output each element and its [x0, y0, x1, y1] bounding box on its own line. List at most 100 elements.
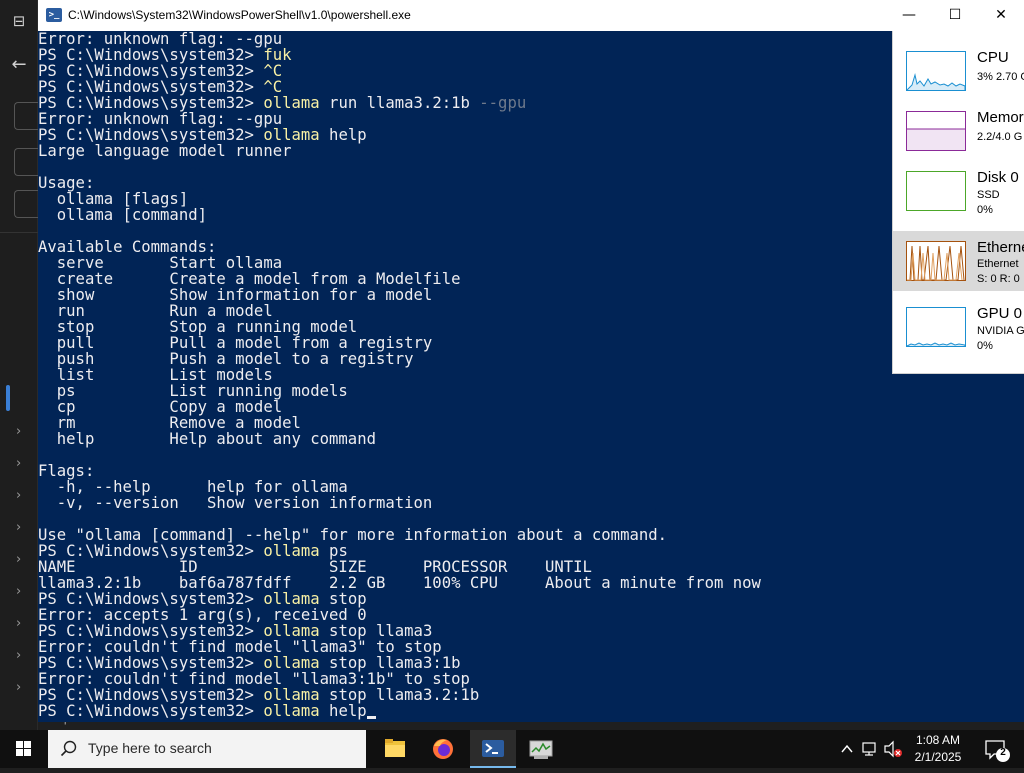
chevron-right-icon[interactable]: › — [16, 424, 21, 439]
task-manager-performance-panel[interactable]: CPU 3% 2.70 G Memor 2.2/4.0 G Disk 0 SSD… — [892, 31, 1024, 374]
show-hidden-icons-button[interactable] — [838, 730, 856, 768]
network-icon — [862, 742, 876, 756]
output-text: help — [319, 702, 367, 720]
terminal-line: stop Stop a running model — [38, 319, 1024, 335]
maximize-button[interactable]: ☐ — [932, 0, 978, 31]
clock-date: 2/1/2025 — [914, 750, 962, 764]
command-name: ollama — [263, 702, 320, 720]
terminal-line: PS C:\Windows\system32> ^C — [38, 63, 1024, 79]
disk-sparkline — [906, 171, 966, 211]
taskbar: Type here to search 1:08 AM 2/1/2025 2 — [0, 730, 1024, 768]
close-button[interactable]: ✕ — [978, 0, 1024, 31]
taskbar-search-box[interactable]: Type here to search — [48, 730, 366, 768]
terminal-line: PS C:\Windows\system32> ollama run llama… — [38, 95, 1024, 111]
selection-indicator — [6, 385, 10, 411]
windows-logo-icon — [16, 741, 31, 756]
terminal-line: run Run a model — [38, 303, 1024, 319]
window-title: C:\Windows\System32\WindowsPowerShell\v1… — [68, 8, 411, 22]
powershell-icon — [482, 740, 504, 757]
terminal-line: Use "ollama [command] --help" for more i… — [38, 527, 1024, 543]
terminal-line: Usage: — [38, 175, 1024, 191]
perf-item-ethernet[interactable]: Etherne Ethernet S: 0 R: 0 — [893, 231, 1024, 291]
window-titlebar[interactable]: >_ C:\Windows\System32\WindowsPowerShell… — [38, 0, 1024, 31]
output-text: help Help about any command — [38, 430, 376, 448]
terminal-line: PS C:\Windows\system32> ollama stop llam… — [38, 687, 1024, 703]
terminal-line: Error: couldn't find model "llama3" to s… — [38, 639, 1024, 655]
minimize-button[interactable]: — — [886, 0, 932, 31]
terminal-line: serve Start ollama — [38, 255, 1024, 271]
perf-value: 0% — [977, 340, 993, 352]
search-box-icon[interactable] — [14, 190, 38, 218]
terminal-line: rm Remove a model — [38, 415, 1024, 431]
terminal-line: Flags: — [38, 463, 1024, 479]
terminal-line: cp Copy a model — [38, 399, 1024, 415]
output-text: help — [319, 126, 367, 144]
chevron-right-icon[interactable]: › — [16, 456, 21, 471]
terminal-line: PS C:\Windows\system32> ollama stop llam… — [38, 623, 1024, 639]
text-cursor — [366, 716, 376, 719]
terminal-line: -h, --help help for ollama — [38, 479, 1024, 495]
terminal-line: create Create a model from a Modelfile — [38, 271, 1024, 287]
chevron-right-icon[interactable]: › — [16, 648, 21, 663]
terminal-line: PS C:\Windows\system32> ^C — [38, 79, 1024, 95]
chevron-right-icon[interactable]: › — [16, 520, 21, 535]
memory-sparkline — [906, 111, 966, 151]
firefox-icon — [433, 739, 453, 759]
background-app-sidebar: ⊟ ← › › › › › › › › › — [0, 0, 38, 730]
output-text: Large language model runner — [38, 142, 292, 160]
chevron-right-icon[interactable]: › — [16, 552, 21, 567]
notification-count: 2 — [1000, 747, 1006, 758]
system-clock[interactable]: 1:08 AM 2/1/2025 — [900, 732, 976, 766]
taskbar-powershell[interactable] — [470, 730, 516, 768]
search-icon — [60, 740, 77, 757]
perf-item-memory[interactable]: Memor 2.2/4.0 G — [893, 101, 1024, 161]
chevron-right-icon[interactable]: › — [16, 488, 21, 503]
chevron-right-icon[interactable]: › — [16, 680, 21, 695]
perf-item-gpu[interactable]: GPU 0 NVIDIA G 0% — [893, 297, 1024, 357]
terminal-line: -v, --version Show version information — [38, 495, 1024, 511]
network-tray-button[interactable] — [860, 730, 880, 768]
perf-detail: 3% 2.70 G — [977, 71, 1024, 83]
notification-center-button[interactable]: 2 — [980, 730, 1012, 768]
taskbar-file-explorer[interactable] — [372, 730, 418, 768]
perf-name: Etherne — [977, 239, 1024, 256]
terminal-line: NAME ID SIZE PROCESSOR UNTIL — [38, 559, 1024, 575]
branch-icon[interactable] — [14, 148, 38, 176]
terminal-line: PS C:\Windows\system32> ollama help — [38, 703, 1024, 719]
terminal-line: PS C:\Windows\system32> ollama stop — [38, 591, 1024, 607]
terminal-output[interactable]: Error: unknown flag: --gpu PS C:\Windows\… — [38, 31, 1024, 722]
perf-name: Memor — [977, 109, 1024, 126]
terminal-line: list List models — [38, 367, 1024, 383]
terminal-line: PS C:\Windows\system32> ollama ps — [38, 543, 1024, 559]
output-text: ollama [command] — [38, 206, 207, 224]
perf-name: CPU — [977, 49, 1009, 66]
start-button[interactable] — [0, 730, 48, 768]
panel-toggle-icon[interactable] — [14, 102, 38, 130]
terminal-line: ps List running models — [38, 383, 1024, 399]
taskbar-task-manager[interactable] — [518, 730, 564, 768]
perf-item-cpu[interactable]: CPU 3% 2.70 G — [893, 41, 1024, 101]
back-arrow-icon[interactable]: ← — [0, 54, 38, 75]
output-text: --gpu — [479, 94, 527, 112]
terminal-line: ollama [flags] — [38, 191, 1024, 207]
cpu-sparkline — [906, 51, 966, 91]
clock-time: 1:08 AM — [915, 733, 961, 747]
taskbar-firefox[interactable] — [420, 730, 466, 768]
terminal-line: PS C:\Windows\system32> ollama stop llam… — [38, 655, 1024, 671]
sidebar-divider — [0, 232, 38, 233]
perf-name: GPU 0 — [977, 305, 1023, 322]
powershell-window[interactable]: >_ C:\Windows\System32\WindowsPowerShell… — [38, 0, 1024, 722]
archive-icon[interactable]: ⊟ — [0, 12, 38, 30]
output-text: -v, --version Show version information — [38, 494, 433, 512]
chevron-right-icon[interactable]: › — [16, 584, 21, 599]
perf-name: Disk 0 — [977, 169, 1019, 186]
gpu-sparkline — [906, 307, 966, 347]
terminal-line: help Help about any command — [38, 431, 1024, 447]
perf-item-disk[interactable]: Disk 0 SSD 0% — [893, 161, 1024, 221]
chevron-right-icon[interactable]: › — [16, 616, 21, 631]
terminal-line: pull Pull a model from a registry — [38, 335, 1024, 351]
perf-value: 0% — [977, 204, 993, 216]
